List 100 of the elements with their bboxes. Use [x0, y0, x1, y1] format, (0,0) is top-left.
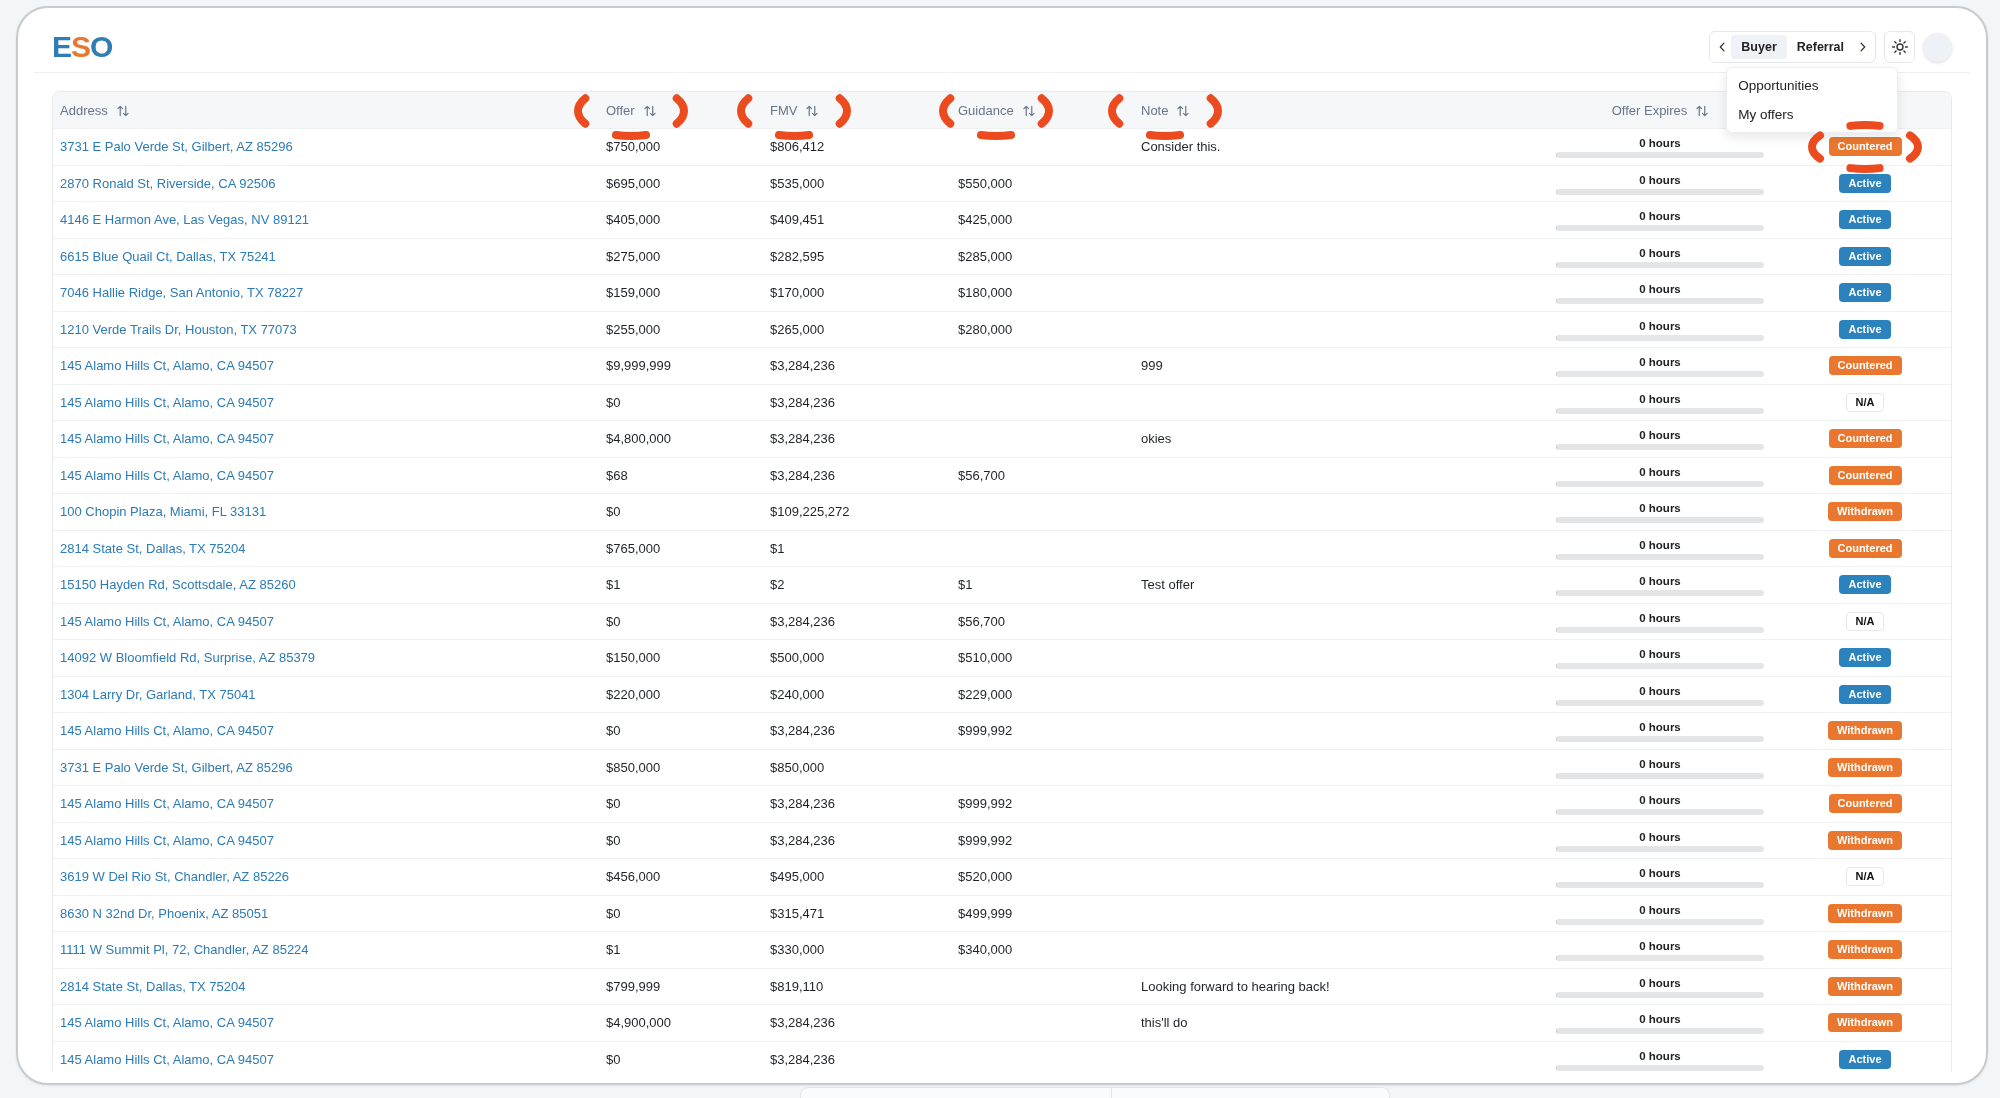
address-link[interactable]: 1111 W Summit Pl, 72, Chandler, AZ 85224 — [60, 942, 309, 958]
guidance-amount: $499,999 — [958, 905, 1013, 921]
fmv-amount: $409,451 — [770, 212, 825, 228]
fmv-amount: $3,284,236 — [770, 723, 836, 739]
time-remaining: 0 hours — [1639, 356, 1681, 370]
offer-amount: $0 — [606, 613, 621, 629]
address-link[interactable]: 8630 N 32nd Dr, Phoenix, AZ 85051 — [60, 905, 269, 921]
address-link[interactable]: 7046 Hallie Ridge, San Antonio, TX 78227 — [60, 285, 304, 301]
guidance-amount: $425,000 — [958, 212, 1013, 228]
address-link[interactable]: 145 Alamo Hills Ct, Alamo, CA 94507 — [60, 467, 274, 483]
address-link[interactable]: 3731 E Palo Verde St, Gilbert, AZ 85296 — [60, 759, 293, 775]
sort-icon[interactable] — [806, 104, 819, 117]
time-remaining: 0 hours — [1639, 283, 1681, 297]
address-link[interactable]: 3619 W Del Rio St, Chandler, AZ 85226 — [60, 869, 290, 885]
status-badge: Withdrawn — [1827, 757, 1903, 777]
address-link[interactable]: 145 Alamo Hills Ct, Alamo, CA 94507 — [60, 431, 274, 447]
theme-toggle-button[interactable] — [1884, 31, 1915, 63]
fmv-amount: $265,000 — [770, 321, 825, 337]
time-remaining: 0 hours — [1639, 1049, 1681, 1063]
status-badge: Withdrawn — [1827, 976, 1903, 996]
fmv-amount: $109,225,272 — [770, 504, 850, 520]
offer-amount: $220,000 — [606, 686, 661, 702]
offer-amount: $456,000 — [606, 869, 661, 885]
status-badge: Withdrawn — [1827, 830, 1903, 850]
column-header[interactable]: Offer Expires — [1611, 103, 1709, 119]
time-remaining: 0 hours — [1639, 684, 1681, 698]
offer-amount: $0 — [606, 832, 621, 848]
offer-amount: $4,900,000 — [606, 1015, 672, 1031]
column-header[interactable]: Offer — [606, 103, 656, 119]
offer-amount: $275,000 — [606, 248, 661, 264]
fmv-amount: $3,284,236 — [770, 613, 836, 629]
address-link[interactable]: 100 Chopin Plaza, Miami, FL 33131 — [60, 504, 267, 520]
offer-amount: $850,000 — [606, 759, 661, 775]
offer-amount: $0 — [606, 1051, 621, 1067]
sort-icon[interactable] — [1022, 104, 1035, 117]
address-link[interactable]: 15150 Hayden Rd, Scottsdale, AZ 85260 — [60, 577, 296, 593]
time-remaining: 0 hours — [1639, 648, 1681, 662]
fmv-amount: $1 — [770, 540, 785, 556]
sort-icon[interactable] — [1696, 104, 1709, 117]
offer-amount: $695,000 — [606, 175, 661, 191]
address-link[interactable]: 4146 E Harmon Ave, Las Vegas, NV 89121 — [60, 212, 310, 228]
tab[interactable]: Referral — [1786, 35, 1854, 59]
status-badge: Active — [1839, 684, 1891, 704]
address-link[interactable]: 2870 Ronald St, Riverside, CA 92506 — [60, 175, 276, 191]
fmv-amount: $315,471 — [770, 905, 825, 921]
offer-amount: $0 — [606, 796, 621, 812]
tab[interactable]: Buyer — [1731, 35, 1787, 59]
column-header[interactable]: Address — [60, 103, 129, 119]
offer-amount: $9,999,999 — [606, 358, 672, 374]
note-text: this'll do — [1141, 1015, 1188, 1031]
time-remaining: 0 hours — [1639, 137, 1681, 151]
fmv-amount: $2 — [770, 577, 785, 593]
address-link[interactable]: 145 Alamo Hills Ct, Alamo, CA 94507 — [60, 1051, 274, 1067]
address-link[interactable]: 145 Alamo Hills Ct, Alamo, CA 94507 — [60, 796, 274, 812]
address-link[interactable]: 145 Alamo Hills Ct, Alamo, CA 94507 — [60, 613, 274, 629]
sort-icon[interactable] — [1177, 104, 1190, 117]
guidance-amount: $510,000 — [958, 650, 1013, 666]
note-text: Looking forward to hearing back! — [1141, 978, 1330, 994]
status-badge: Countered — [1828, 538, 1902, 558]
fmv-amount: $850,000 — [770, 759, 825, 775]
note-text: Consider this. — [1141, 139, 1221, 155]
time-remaining: 0 hours — [1639, 830, 1681, 844]
status-badge: N/A — [1845, 611, 1885, 631]
time-remaining: 0 hours — [1639, 210, 1681, 224]
status-badge: Withdrawn — [1827, 940, 1903, 960]
address-link[interactable]: 145 Alamo Hills Ct, Alamo, CA 94507 — [60, 832, 274, 848]
time-remaining: 0 hours — [1639, 502, 1681, 516]
time-remaining: 0 hours — [1639, 757, 1681, 771]
status-badge: Active — [1839, 283, 1891, 303]
address-link[interactable]: 1210 Verde Trails Dr, Houston, TX 77073 — [60, 321, 297, 337]
note-text: Test offer — [1141, 577, 1195, 593]
guidance-amount: $999,992 — [958, 832, 1013, 848]
address-link[interactable]: 145 Alamo Hills Ct, Alamo, CA 94507 — [60, 394, 274, 410]
note-text: okies — [1141, 431, 1172, 447]
sun-icon — [1891, 39, 1908, 55]
status-badge: Active — [1839, 1049, 1891, 1069]
column-header[interactable]: Note — [1141, 103, 1190, 119]
address-link[interactable]: 2814 State St, Dallas, TX 75204 — [60, 540, 246, 556]
address-link[interactable]: 1304 Larry Dr, Garland, TX 75041 — [60, 686, 256, 702]
fmv-amount: $806,412 — [770, 139, 825, 155]
guidance-amount: $1 — [958, 577, 973, 593]
address-link[interactable]: 145 Alamo Hills Ct, Alamo, CA 94507 — [60, 723, 274, 739]
address-link[interactable]: 3731 E Palo Verde St, Gilbert, AZ 85296 — [60, 139, 293, 155]
status-badge: Active — [1839, 173, 1891, 193]
column-header[interactable]: FMV — [770, 103, 819, 119]
address-link[interactable]: 14092 W Bloomfield Rd, Surprise, AZ 85379 — [60, 650, 316, 666]
menu-item[interactable]: Opportunities — [1727, 71, 1898, 100]
address-link[interactable]: 145 Alamo Hills Ct, Alamo, CA 94507 — [60, 1015, 274, 1031]
fmv-amount: $3,284,236 — [770, 394, 836, 410]
time-remaining: 0 hours — [1639, 940, 1681, 954]
menu-item[interactable]: My offers — [1727, 100, 1898, 129]
sort-icon[interactable] — [116, 104, 129, 117]
address-link[interactable]: 2814 State St, Dallas, TX 75204 — [60, 978, 246, 994]
address-link[interactable]: 145 Alamo Hills Ct, Alamo, CA 94507 — [60, 358, 274, 374]
fmv-amount: $3,284,236 — [770, 1015, 836, 1031]
sort-icon[interactable] — [643, 104, 656, 117]
status-badge: Active — [1839, 648, 1891, 668]
fmv-amount: $282,595 — [770, 248, 825, 264]
address-link[interactable]: 6615 Blue Quail Ct, Dallas, TX 75241 — [60, 248, 276, 264]
fmv-amount: $819,110 — [770, 978, 824, 994]
